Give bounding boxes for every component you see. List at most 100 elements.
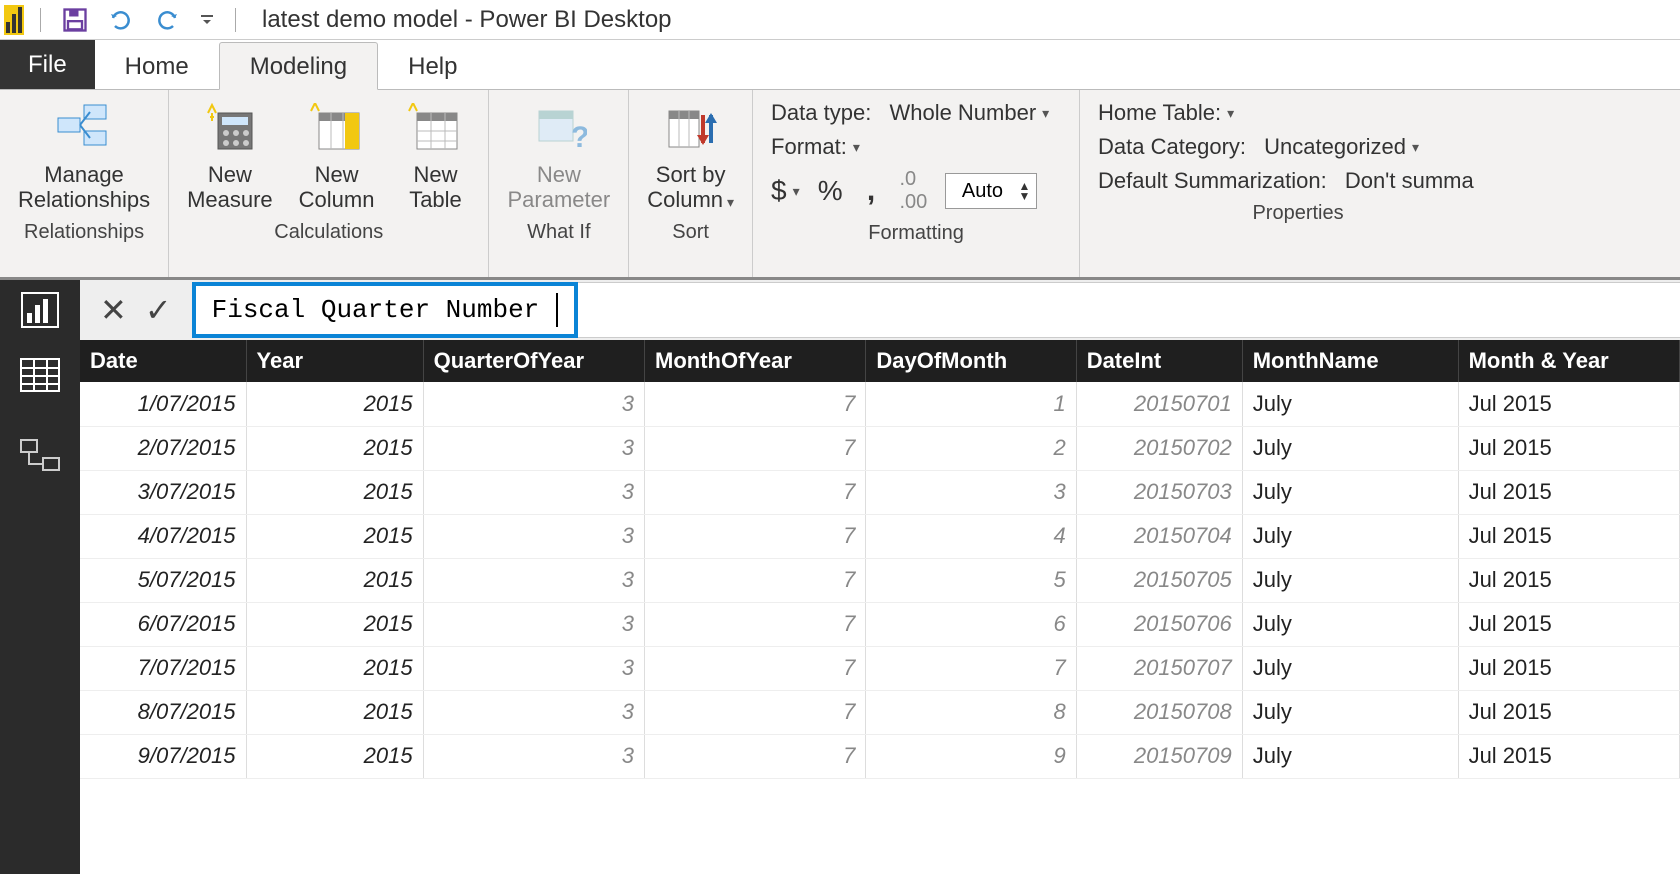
cell[interactable]: 6/07/2015	[80, 602, 246, 646]
cell[interactable]: Jul 2015	[1458, 514, 1679, 558]
cell[interactable]: Jul 2015	[1458, 426, 1679, 470]
table-row[interactable]: 4/07/2015201537420150704JulyJul 2015	[80, 514, 1680, 558]
view-data-icon[interactable]	[20, 358, 60, 398]
cell[interactable]: 7	[645, 646, 866, 690]
cell[interactable]: 2015	[246, 602, 423, 646]
data-type-dropdown[interactable]: Data type: Whole Number ▾	[771, 100, 1061, 126]
sort-by-column-button[interactable]: Sort by Column	[637, 96, 744, 217]
cell[interactable]: 5/07/2015	[80, 558, 246, 602]
cell[interactable]: 8	[866, 690, 1076, 734]
cell[interactable]: 5	[866, 558, 1076, 602]
undo-button[interactable]	[103, 2, 139, 38]
cell[interactable]: 20150709	[1076, 734, 1242, 778]
cell[interactable]: 20150702	[1076, 426, 1242, 470]
cancel-formula-button[interactable]: ✕	[100, 291, 127, 329]
table-row[interactable]: 9/07/2015201537920150709JulyJul 2015	[80, 734, 1680, 778]
table-row[interactable]: 5/07/2015201537520150705JulyJul 2015	[80, 558, 1680, 602]
cell[interactable]: 7	[645, 690, 866, 734]
cell[interactable]: 7	[645, 470, 866, 514]
cell[interactable]: July	[1242, 470, 1458, 514]
chevron-down-icon[interactable]: ▾	[793, 183, 800, 200]
cell[interactable]: 7/07/2015	[80, 646, 246, 690]
cell[interactable]: Jul 2015	[1458, 602, 1679, 646]
cell[interactable]: 6	[866, 602, 1076, 646]
decimal-places-stepper[interactable]: ▲▼	[945, 173, 1037, 209]
cell[interactable]: Jul 2015	[1458, 558, 1679, 602]
commit-formula-button[interactable]: ✓	[145, 291, 172, 329]
column-header[interactable]: MonthOfYear	[645, 340, 866, 382]
default-summarization-dropdown[interactable]: Default Summarization: Don't summa	[1098, 168, 1498, 194]
view-report-icon[interactable]	[0, 280, 80, 340]
cell[interactable]: 20150706	[1076, 602, 1242, 646]
cell[interactable]: 2/07/2015	[80, 426, 246, 470]
column-header[interactable]: DayOfMonth	[866, 340, 1076, 382]
cell[interactable]: 3	[423, 646, 644, 690]
cell[interactable]: 1	[866, 382, 1076, 426]
thousands-separator-button[interactable]: ,	[867, 174, 875, 208]
cell[interactable]: 3	[423, 426, 644, 470]
cell[interactable]: July	[1242, 514, 1458, 558]
cell[interactable]: July	[1242, 690, 1458, 734]
table-row[interactable]: 6/07/2015201537620150706JulyJul 2015	[80, 602, 1680, 646]
format-dropdown[interactable]: Format: ▾	[771, 134, 1061, 160]
cell[interactable]: 20150705	[1076, 558, 1242, 602]
percent-button[interactable]: %	[818, 175, 843, 207]
data-category-dropdown[interactable]: Data Category: Uncategorized ▾	[1098, 134, 1498, 160]
formula-input-wrap[interactable]	[192, 282, 578, 338]
table-row[interactable]: 1/07/2015201537120150701JulyJul 2015	[80, 382, 1680, 426]
formula-input[interactable]	[212, 295, 552, 325]
new-measure-button[interactable]: New Measure	[177, 96, 283, 217]
cell[interactable]: 7	[645, 734, 866, 778]
cell[interactable]: Jul 2015	[1458, 690, 1679, 734]
cell[interactable]: 2015	[246, 734, 423, 778]
formula-bar-extent[interactable]	[578, 282, 1680, 338]
tab-home[interactable]: Home	[95, 43, 219, 89]
cell[interactable]: 2015	[246, 690, 423, 734]
cell[interactable]: 4/07/2015	[80, 514, 246, 558]
view-model-icon[interactable]	[19, 438, 61, 480]
cell[interactable]: Jul 2015	[1458, 646, 1679, 690]
cell[interactable]: 20150707	[1076, 646, 1242, 690]
tab-modeling[interactable]: Modeling	[219, 42, 378, 90]
cell[interactable]: July	[1242, 602, 1458, 646]
column-header[interactable]: MonthName	[1242, 340, 1458, 382]
qat-customize-button[interactable]	[195, 2, 219, 38]
tab-file[interactable]: File	[0, 40, 95, 89]
cell[interactable]: 7	[645, 382, 866, 426]
column-header[interactable]: Month & Year	[1458, 340, 1679, 382]
new-column-button[interactable]: New Column	[289, 96, 385, 217]
tab-help[interactable]: Help	[378, 43, 487, 89]
cell[interactable]: 9/07/2015	[80, 734, 246, 778]
cell[interactable]: 7	[645, 426, 866, 470]
cell[interactable]: 20150704	[1076, 514, 1242, 558]
table-row[interactable]: 8/07/2015201537820150708JulyJul 2015	[80, 690, 1680, 734]
cell[interactable]: 1/07/2015	[80, 382, 246, 426]
cell[interactable]: 8/07/2015	[80, 690, 246, 734]
cell[interactable]: 20150701	[1076, 382, 1242, 426]
cell[interactable]: Jul 2015	[1458, 734, 1679, 778]
cell[interactable]: 7	[866, 646, 1076, 690]
new-table-button[interactable]: New Table	[390, 96, 480, 217]
column-header[interactable]: Year	[246, 340, 423, 382]
cell[interactable]: 20150703	[1076, 470, 1242, 514]
table-row[interactable]: 3/07/2015201537320150703JulyJul 2015	[80, 470, 1680, 514]
cell[interactable]: 3	[423, 514, 644, 558]
cell[interactable]: 4	[866, 514, 1076, 558]
cell[interactable]: 2015	[246, 382, 423, 426]
cell[interactable]: 2015	[246, 558, 423, 602]
cell[interactable]: Jul 2015	[1458, 470, 1679, 514]
save-button[interactable]	[57, 2, 93, 38]
cell[interactable]: July	[1242, 734, 1458, 778]
currency-button[interactable]: $	[771, 175, 787, 207]
cell[interactable]: 2015	[246, 470, 423, 514]
step-down-icon[interactable]: ▼	[1018, 191, 1030, 201]
cell[interactable]: 9	[866, 734, 1076, 778]
column-header[interactable]: QuarterOfYear	[423, 340, 644, 382]
cell[interactable]: 3	[423, 470, 644, 514]
cell[interactable]: 2015	[246, 646, 423, 690]
cell[interactable]: 7	[645, 558, 866, 602]
cell[interactable]: July	[1242, 382, 1458, 426]
data-grid[interactable]: DateYearQuarterOfYearMonthOfYearDayOfMon…	[80, 340, 1680, 874]
cell[interactable]: July	[1242, 426, 1458, 470]
cell[interactable]: 3/07/2015	[80, 470, 246, 514]
